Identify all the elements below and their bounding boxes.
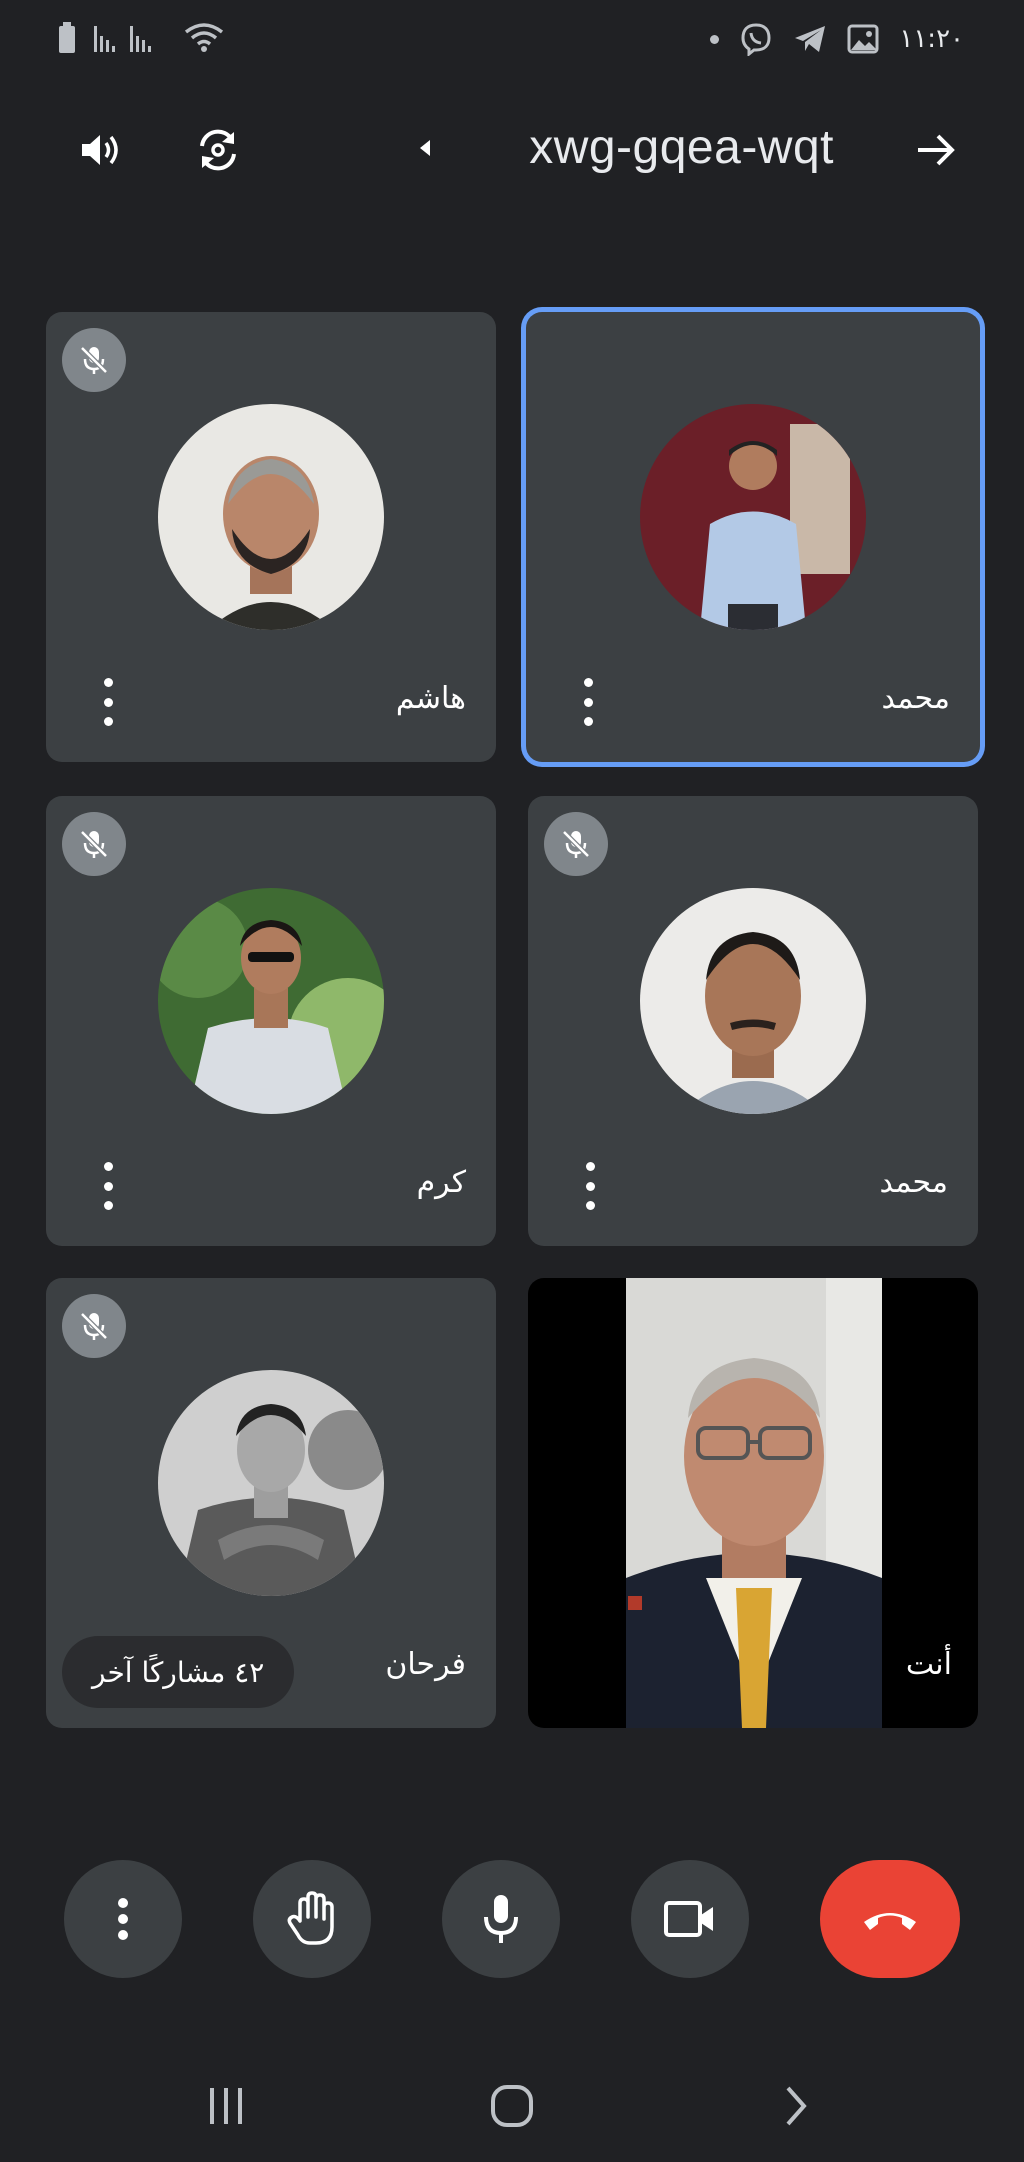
end-call-icon [864,1913,916,1930]
top-bar: xwg-gqea-wqt [0,100,1024,196]
mic-off-badge [544,812,608,876]
switch-camera-icon [200,129,236,171]
raise-hand-icon [287,1891,334,1945]
participant-tile-active[interactable]: محمد [526,312,980,762]
camera-icon [664,1901,713,1937]
self-video [626,1278,882,1728]
speaker-icon [82,135,118,165]
avatar [158,1370,384,1596]
others-count-chip[interactable]: ٤٢ مشاركًا آخر [62,1636,295,1708]
more-vert-icon [103,678,113,687]
status-right: ١١:٢٠ [710,22,964,56]
more-vert-icon [583,678,593,687]
more-vert-icon [103,1162,113,1171]
mic-off-icon [79,1311,109,1341]
wifi-icon [184,23,224,52]
speaker-button[interactable] [68,118,132,182]
avatar [158,888,384,1114]
self-name: أنت [905,1647,952,1682]
caret-left-icon [420,140,430,156]
more-options-button[interactable] [578,1162,602,1210]
telegram-icon [795,26,826,52]
switch-camera-button[interactable] [186,118,250,182]
clock: ١١:٢٠ [899,24,964,54]
mic-off-badge [62,328,126,392]
more-options-button[interactable] [96,678,120,726]
call-controls [0,1860,1024,2000]
avatar [158,404,384,630]
back-button[interactable] [756,2080,836,2132]
home-icon [491,2085,533,2127]
system-nav-bar [0,2050,1024,2162]
mic-off-badge [62,812,126,876]
avatar [640,888,866,1114]
more-vert-icon [585,1162,595,1171]
participant-tile[interactable]: فرحان ٤٢ مشاركًا آخر [46,1278,496,1728]
participant-tile[interactable]: كرم [46,796,496,1246]
mic-off-badge [62,1294,126,1358]
status-bar: ١١:٢٠ [0,0,1024,80]
arrow-right-icon [918,134,955,166]
mic-off-icon [561,829,591,859]
raise-hand-button[interactable] [253,1860,371,1978]
meeting-code[interactable]: xwg-gqea-wqt [529,120,834,175]
participant-name: هاشم [395,681,466,716]
viber-icon [741,23,771,56]
participant-name: فرحان [385,1647,466,1682]
status-left [58,22,224,54]
participant-name: محمد [881,681,950,716]
mic-icon [484,1895,518,1943]
self-view-tile[interactable]: أنت [528,1278,978,1728]
more-options-button[interactable] [576,678,600,726]
signal-icon [94,26,151,52]
participant-name: كرم [416,1165,466,1200]
back-icon [786,2086,807,2126]
participant-tile[interactable]: محمد [528,796,978,1246]
recents-icon [210,2088,242,2124]
recents-button[interactable] [186,2080,266,2132]
more-vert-icon [118,1898,128,1940]
mic-off-icon [79,345,109,375]
home-button[interactable] [472,2080,552,2132]
mic-off-icon [79,829,109,859]
camera-button[interactable] [631,1860,749,1978]
notification-dot [710,34,720,44]
avatar [640,404,866,630]
more-options-call-button[interactable] [64,1860,182,1978]
battery-icon [59,22,75,53]
participant-name: محمد [879,1165,948,1200]
more-options-button[interactable] [96,1162,120,1210]
meeting-info-button[interactable] [904,118,968,182]
microphone-button[interactable] [442,1860,560,1978]
gallery-icon [847,24,879,54]
end-call-button[interactable] [820,1860,960,1978]
participant-tile[interactable]: هاشم [46,312,496,762]
